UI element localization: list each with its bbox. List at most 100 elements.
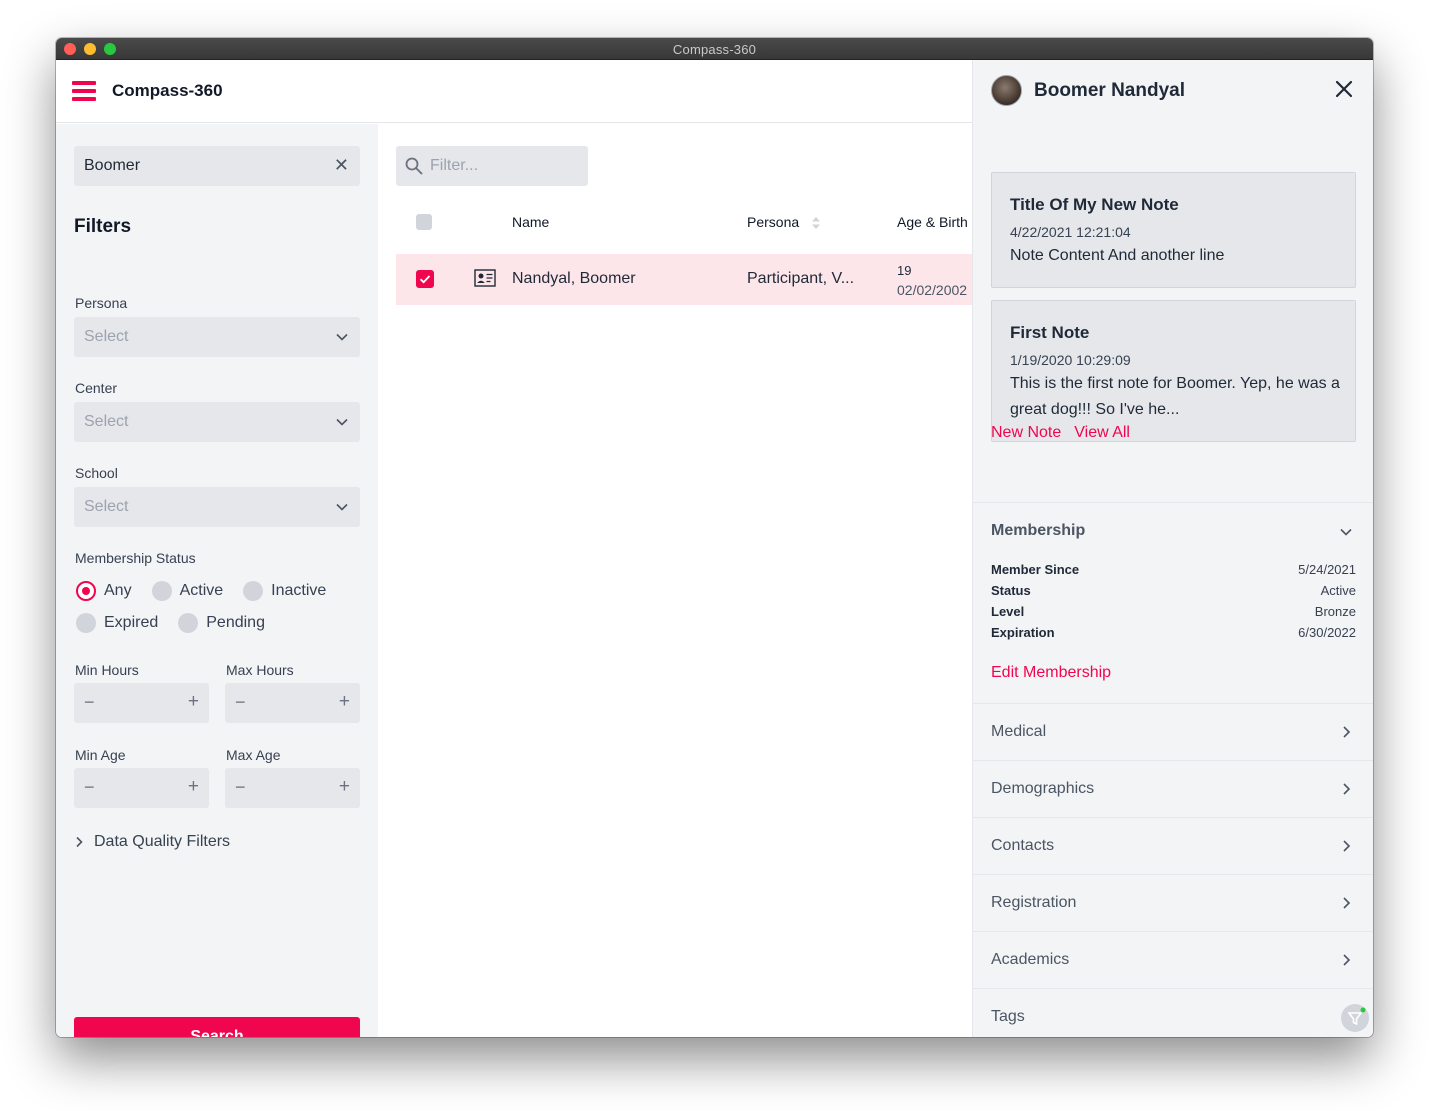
membership-status-field-label: Status bbox=[991, 583, 1031, 598]
chevron-right-icon[interactable] bbox=[1340, 783, 1352, 795]
center-select[interactable]: Select bbox=[74, 402, 360, 442]
divider bbox=[973, 988, 1373, 989]
radio-pending[interactable]: Pending bbox=[178, 613, 265, 633]
membership-expiration-value: 6/30/2022 bbox=[1298, 625, 1356, 640]
new-note-link[interactable]: New Note bbox=[991, 424, 1061, 442]
max-hours-stepper[interactable]: − + bbox=[225, 683, 360, 723]
column-header-name[interactable]: Name bbox=[512, 214, 549, 230]
school-select[interactable]: Select bbox=[74, 487, 360, 527]
row-checkbox[interactable] bbox=[416, 270, 434, 288]
filter-input[interactable]: Filter... bbox=[396, 146, 588, 186]
min-age-stepper[interactable]: − + bbox=[74, 768, 209, 808]
column-header-persona-label: Persona bbox=[747, 214, 800, 230]
membership-status-value: Active bbox=[1320, 583, 1356, 598]
note-title: First Note bbox=[1010, 323, 1090, 342]
note-card[interactable]: Title Of My New Note 4/22/2021 12:21:04 … bbox=[991, 172, 1356, 288]
assistant-badge-icon[interactable] bbox=[1341, 1004, 1369, 1032]
radio-inactive[interactable]: Inactive bbox=[243, 581, 326, 601]
contact-card-icon bbox=[474, 269, 496, 287]
member-since-label: Member Since bbox=[991, 562, 1080, 577]
radio-label: Expired bbox=[104, 614, 159, 631]
section-tags[interactable]: Tags bbox=[991, 1008, 1025, 1026]
chevron-right-icon bbox=[76, 836, 83, 848]
persona-label: Persona bbox=[75, 295, 128, 311]
increment-icon[interactable]: + bbox=[188, 776, 199, 798]
max-age-label: Max Age bbox=[226, 747, 281, 763]
chevron-down-icon bbox=[336, 503, 348, 511]
radio-any[interactable]: Any bbox=[76, 581, 132, 601]
chevron-down-icon bbox=[336, 333, 348, 341]
search-input[interactable]: Boomer ✕ bbox=[74, 146, 360, 186]
section-contacts[interactable]: Contacts bbox=[991, 837, 1054, 855]
select-all-checkbox[interactable] bbox=[416, 214, 432, 230]
chevron-down-icon[interactable] bbox=[1340, 526, 1352, 538]
note-date: 4/22/2021 12:21:04 bbox=[1010, 224, 1131, 240]
row-persona: Participant, V... bbox=[747, 270, 855, 287]
divider bbox=[973, 931, 1373, 932]
filters-title: Filters bbox=[74, 216, 132, 237]
section-academics[interactable]: Academics bbox=[991, 951, 1069, 969]
radio-dot bbox=[76, 613, 96, 633]
note-card[interactable]: First Note 1/19/2020 10:29:09 This is th… bbox=[991, 300, 1356, 442]
note-actions: New Note View All bbox=[991, 424, 1130, 442]
school-label: School bbox=[75, 465, 118, 481]
note-body: Note Content And another line bbox=[1010, 247, 1225, 264]
divider bbox=[973, 817, 1373, 818]
chevron-right-icon[interactable] bbox=[1340, 840, 1352, 852]
increment-icon[interactable]: + bbox=[339, 776, 350, 798]
decrement-icon[interactable]: − bbox=[84, 692, 95, 713]
checkmark-icon bbox=[419, 275, 431, 284]
note-date: 1/19/2020 10:29:09 bbox=[1010, 352, 1131, 368]
menu-icon[interactable] bbox=[72, 81, 96, 101]
membership-status-row-2: Expired Pending bbox=[76, 613, 285, 633]
increment-icon[interactable]: + bbox=[188, 691, 199, 713]
results-list: Filter... Name Persona Age & Birth Nandy… bbox=[378, 124, 976, 1037]
row-name: Nandyal, Boomer bbox=[512, 270, 636, 287]
edit-membership-link[interactable]: Edit Membership bbox=[991, 664, 1111, 682]
divider bbox=[973, 703, 1373, 704]
max-hours-label: Max Hours bbox=[226, 662, 294, 678]
radio-dot-selected bbox=[76, 581, 96, 601]
chevron-right-icon[interactable] bbox=[1340, 954, 1352, 966]
title-bar: Compass-360 bbox=[56, 38, 1373, 60]
chevron-right-icon[interactable] bbox=[1340, 726, 1352, 738]
radio-label: Any bbox=[104, 582, 132, 599]
row-birth-date: 02/02/2002 bbox=[897, 282, 968, 298]
divider bbox=[973, 502, 1373, 503]
data-quality-filters-label: Data Quality Filters bbox=[94, 833, 231, 850]
table-row[interactable]: Nandyal, Boomer Participant, V... 19 02/… bbox=[396, 254, 976, 305]
chevron-right-icon[interactable] bbox=[1340, 897, 1352, 909]
section-registration[interactable]: Registration bbox=[991, 894, 1076, 912]
decrement-icon[interactable]: − bbox=[235, 692, 246, 713]
note-title: Title Of My New Note bbox=[1010, 195, 1179, 214]
section-medical[interactable]: Medical bbox=[991, 723, 1046, 741]
radio-label: Pending bbox=[206, 614, 265, 631]
min-hours-label: Min Hours bbox=[75, 662, 139, 678]
clear-search-icon[interactable]: ✕ bbox=[334, 155, 349, 176]
view-all-notes-link[interactable]: View All bbox=[1074, 424, 1130, 442]
sort-icon[interactable] bbox=[811, 216, 821, 230]
column-header-age-birth[interactable]: Age & Birth bbox=[897, 214, 968, 230]
search-button[interactable]: Search bbox=[74, 1017, 360, 1037]
decrement-icon[interactable]: − bbox=[84, 777, 95, 798]
divider bbox=[973, 760, 1373, 761]
data-quality-filters-toggle[interactable]: Data Quality Filters bbox=[74, 833, 230, 851]
divider bbox=[973, 874, 1373, 875]
membership-section-title[interactable]: Membership bbox=[991, 522, 1085, 540]
window-title: Compass-360 bbox=[672, 42, 757, 57]
increment-icon[interactable]: + bbox=[339, 691, 350, 713]
radio-expired[interactable]: Expired bbox=[76, 613, 158, 633]
section-demographics[interactable]: Demographics bbox=[991, 780, 1094, 798]
membership-level-label: Level bbox=[991, 604, 1025, 619]
max-age-stepper[interactable]: − + bbox=[225, 768, 360, 808]
column-header-persona[interactable]: Persona bbox=[747, 214, 821, 230]
app-window: Compass-360 Compass-360 Boomer ✕ Filters… bbox=[56, 38, 1373, 1037]
note-body: This is the first note for Boomer. Yep, … bbox=[1010, 375, 1340, 418]
app-header: Compass-360 bbox=[56, 60, 972, 123]
min-hours-stepper[interactable]: − + bbox=[74, 683, 209, 723]
close-icon[interactable] bbox=[1335, 80, 1353, 98]
persona-select[interactable]: Select bbox=[74, 317, 360, 357]
decrement-icon[interactable]: − bbox=[235, 777, 246, 798]
radio-active[interactable]: Active bbox=[151, 581, 223, 601]
member-since-value: 5/24/2021 bbox=[1298, 562, 1356, 577]
